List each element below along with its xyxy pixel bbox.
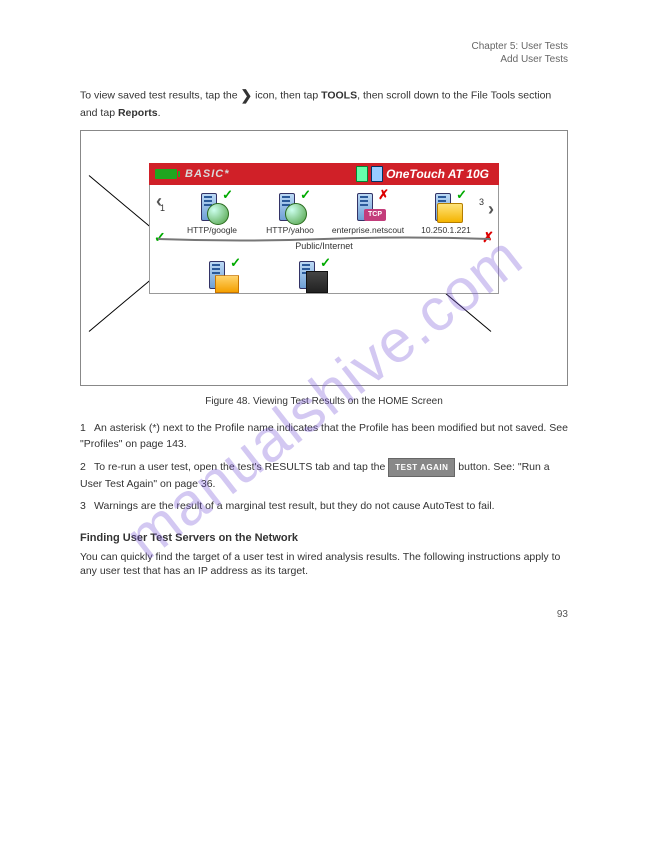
header-chapter: Chapter 5: User Tests bbox=[80, 40, 568, 53]
test-enterprise-netscout[interactable]: TCP✗ enterprise.netscout bbox=[338, 191, 398, 235]
tier-label: Public/Internet bbox=[150, 241, 498, 251]
callout-1: 1An asterisk (*) next to the Profile nam… bbox=[80, 421, 568, 451]
callout-line bbox=[89, 175, 151, 227]
test-email[interactable]: ✓ bbox=[190, 259, 250, 291]
figure-container: BASIC* OneTouch AT 10G ‹ 1 ✓ ✓ HTTP/goog… bbox=[80, 130, 568, 386]
header-section: Add User Tests bbox=[80, 53, 568, 66]
sub-body: You can quickly find the target of a use… bbox=[80, 550, 568, 579]
figure-caption: Figure 48. Viewing Test Results on the H… bbox=[80, 396, 568, 407]
check-icon: ✓ bbox=[222, 187, 233, 203]
right-page-num: 3 bbox=[479, 197, 484, 207]
test-http-yahoo[interactable]: ✓ HTTP/yahoo bbox=[260, 191, 320, 235]
subheading: Finding User Test Servers on the Network bbox=[80, 532, 568, 544]
callout-line bbox=[89, 280, 151, 332]
tier-row-2: ✓ ✓ bbox=[149, 253, 499, 294]
left-page-num: 1 bbox=[160, 203, 165, 213]
intro-line: To view saved test results, tap the ❯ ic… bbox=[80, 86, 568, 120]
page-number: 93 bbox=[80, 609, 568, 620]
device-titlebar: BASIC* OneTouch AT 10G bbox=[149, 163, 499, 185]
callout-2: 2To re-run a user test, open the test's … bbox=[80, 458, 568, 493]
callout-3: 3Warnings are the result of a marginal t… bbox=[80, 499, 568, 514]
check-icon: ✓ bbox=[300, 187, 311, 203]
check-icon: ✓ bbox=[320, 255, 331, 271]
device-screenshot: BASIC* OneTouch AT 10G ‹ 1 ✓ ✓ HTTP/goog… bbox=[149, 163, 499, 294]
folder-icon bbox=[437, 203, 463, 223]
tier-divider bbox=[158, 233, 490, 239]
check-icon: ✓ bbox=[230, 255, 241, 271]
cross-icon: ✗ bbox=[378, 187, 389, 203]
profile-name: BASIC* bbox=[185, 168, 230, 180]
battery-icon bbox=[155, 169, 177, 179]
tcp-badge: TCP bbox=[364, 209, 386, 221]
envelope-icon bbox=[215, 275, 239, 293]
test-ftp-ip[interactable]: ✓ 10.250.1.221 bbox=[416, 191, 476, 235]
network-card-icon bbox=[356, 166, 368, 182]
network-card-icon bbox=[371, 166, 383, 182]
device-product-name: OneTouch AT 10G bbox=[386, 167, 489, 181]
test-http-google[interactable]: ✓ HTTP/google bbox=[182, 191, 242, 235]
tier-row: ‹ 1 ✓ ✓ HTTP/google ✓ HTTP/yahoo TCP✗ en… bbox=[149, 185, 499, 253]
status-icons: OneTouch AT 10G bbox=[356, 166, 499, 182]
test-again-button[interactable]: TEST AGAIN bbox=[388, 458, 455, 478]
nav-left[interactable]: ‹ 1 ✓ bbox=[154, 191, 164, 235]
check-icon: ✓ bbox=[456, 187, 467, 203]
chip-icon bbox=[306, 271, 328, 293]
test-hardware[interactable]: ✓ bbox=[280, 259, 340, 291]
menu-chevron-icon: ❯ bbox=[241, 87, 253, 103]
chevron-right-icon[interactable]: › bbox=[486, 199, 496, 220]
